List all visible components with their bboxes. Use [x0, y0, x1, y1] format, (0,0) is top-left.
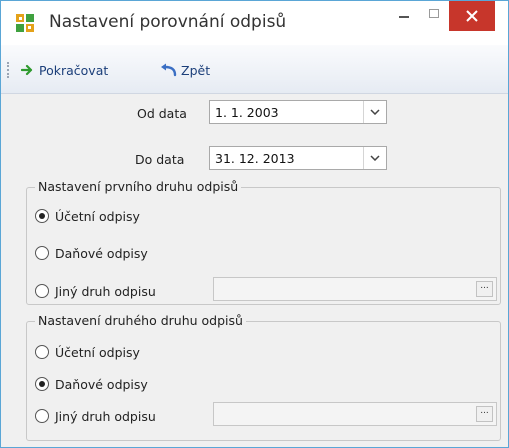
radio-unselected-indicator: [35, 345, 49, 359]
minimize-button[interactable]: [389, 1, 419, 31]
dialog-window: Nastavení porovnání odpisů Pokračovat Zp…: [0, 0, 509, 448]
from-date-dropdown-button[interactable]: [363, 101, 386, 123]
title-bar: Nastavení porovnání odpisů: [1, 1, 508, 45]
g1-browse-button[interactable]: ...: [476, 281, 493, 297]
continue-button[interactable]: Pokračovat: [21, 59, 108, 81]
undo-arrow-icon: [161, 63, 177, 77]
minimize-icon: [399, 16, 409, 18]
from-date-label: Od data: [137, 106, 187, 121]
from-date-value: 1. 1. 2003: [215, 105, 279, 120]
g1-radio-tax[interactable]: Daňové odpisy: [35, 244, 148, 262]
g2-radio-accounting[interactable]: Účetní odpisy: [35, 343, 140, 361]
radio-selected-indicator: [35, 209, 49, 223]
arrow-right-icon: [21, 64, 33, 76]
chevron-down-icon: [370, 109, 380, 115]
g1-radio-other-label: Jiný druh odpisu: [55, 283, 156, 299]
continue-label: Pokračovat: [39, 62, 109, 78]
g1-radio-tax-label: Daňové odpisy: [55, 245, 148, 261]
g2-radio-tax[interactable]: Daňové odpisy: [35, 375, 148, 393]
g1-radio-other[interactable]: Jiný druh odpisu: [35, 282, 156, 300]
chevron-down-icon: [370, 155, 380, 161]
second-group-title: Nastavení druhého druhu odpisů: [35, 313, 246, 328]
close-icon: [466, 10, 478, 22]
to-date-label: Do data: [135, 152, 185, 167]
toolbar-grip[interactable]: [7, 62, 11, 78]
g1-radio-accounting[interactable]: Účetní odpisy: [35, 207, 140, 225]
g2-radio-other[interactable]: Jiný druh odpisu: [35, 407, 156, 425]
g2-radio-accounting-label: Účetní odpisy: [55, 344, 140, 360]
g2-other-input[interactable]: ...: [213, 402, 497, 426]
g1-other-input[interactable]: ...: [213, 277, 497, 301]
to-date-dropdown-button[interactable]: [363, 147, 386, 169]
radio-unselected-indicator: [35, 409, 49, 423]
g2-radio-tax-label: Daňové odpisy: [55, 376, 148, 392]
g2-browse-button[interactable]: ...: [476, 406, 493, 422]
toolbar: Pokračovat Zpět: [1, 45, 508, 94]
radio-unselected-indicator: [35, 284, 49, 298]
radio-unselected-indicator: [35, 246, 49, 260]
to-date-value: 31. 12. 2013: [215, 151, 295, 166]
back-label: Zpět: [181, 62, 211, 78]
from-date-combo[interactable]: 1. 1. 2003: [209, 100, 387, 124]
radio-selected-indicator: [35, 377, 49, 391]
g1-radio-accounting-label: Účetní odpisy: [55, 208, 140, 224]
close-button[interactable]: [449, 1, 495, 31]
first-group-title: Nastavení prvního druhu odpisů: [35, 179, 242, 194]
app-blocks-icon: [16, 14, 34, 32]
maximize-icon: [429, 9, 439, 18]
back-button[interactable]: Zpět: [159, 59, 210, 81]
g2-radio-other-label: Jiný druh odpisu: [55, 408, 156, 424]
to-date-combo[interactable]: 31. 12. 2013: [209, 146, 387, 170]
window-title: Nastavení porovnání odpisů: [49, 12, 287, 32]
maximize-button[interactable]: [419, 1, 449, 31]
